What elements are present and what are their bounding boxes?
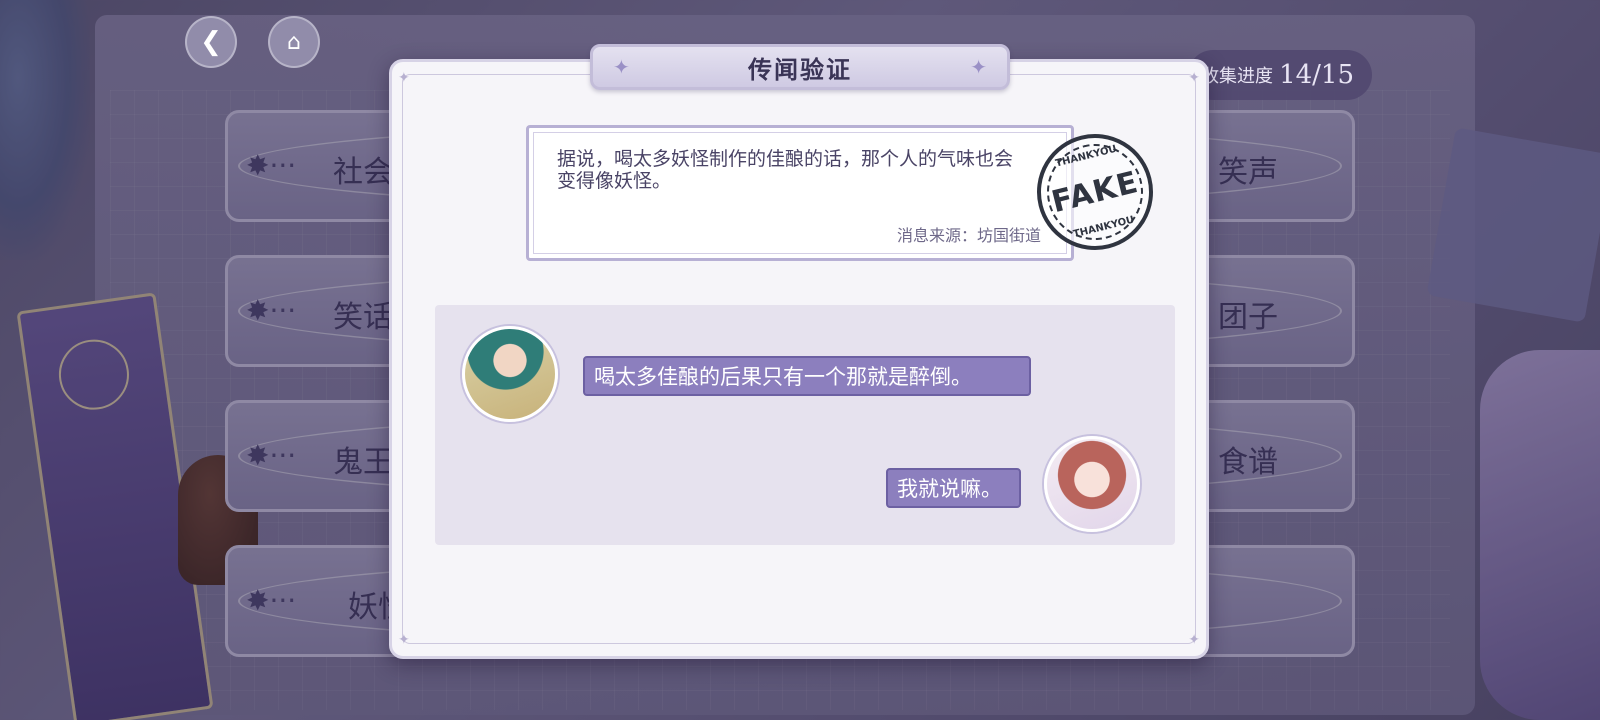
corner-ornament-icon: ✦ [398, 632, 410, 648]
dialog-title-banner: ✦ 传闻验证 ✦ [590, 44, 1010, 90]
sparkle-icon: ✦ [970, 55, 987, 79]
castle-icon: ⌂ [287, 29, 301, 55]
character-avatar-left [462, 326, 558, 422]
corner-ornament-icon: ✦ [1188, 70, 1200, 86]
sparkle-icon: ✦ [613, 55, 630, 79]
dialog-title: 传闻验证 [748, 54, 852, 84]
chat-bubble-left: 喝太多佳酿的后果只有一个那就是醉倒。 [583, 356, 1031, 396]
collection-progress: 收集进度 14/15 [1188, 50, 1372, 100]
progress-value: 14/15 [1279, 60, 1354, 90]
corner-ornament-icon: ✦ [398, 70, 410, 86]
back-button[interactable]: ❮ [185, 16, 237, 68]
rumor-text: 据说，喝太多妖怪制作的佳酿的话，那个人的气味也会变得像妖怪。 [557, 148, 1014, 192]
back-arrow-icon: ❮ [200, 27, 222, 57]
progress-label: 收集进度 [1201, 66, 1274, 87]
corner-ornament-icon: ✦ [1188, 632, 1200, 648]
chat-bubble-right: 我就说嘛。 [886, 468, 1021, 508]
rumor-card: 据说，喝太多妖怪制作的佳酿的话，那个人的气味也会变得像妖怪。 消息来源：坊国街道 [526, 125, 1074, 261]
home-button[interactable]: ⌂ [268, 16, 320, 68]
character-avatar-right [1044, 436, 1140, 532]
rumor-source: 消息来源：坊国街道 [896, 226, 1041, 245]
